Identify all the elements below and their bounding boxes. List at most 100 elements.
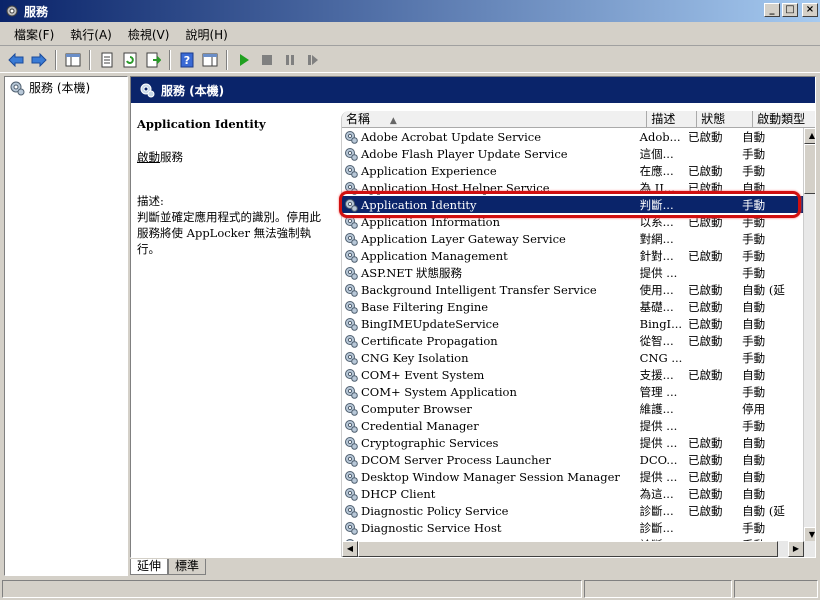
properties-button[interactable] <box>97 50 117 70</box>
column-header-description[interactable]: 描述 <box>647 111 698 127</box>
description-label: 描述: <box>137 194 164 208</box>
service-name: Credential Manager <box>361 418 479 433</box>
column-header-row: 名稱 ▲ 描述 狀態 啟動類型 <box>342 111 815 128</box>
table-row[interactable]: Application Layer Gateway Service 對網... 手動 <box>342 230 804 247</box>
tree-item-label: 服務 (本機) <box>29 81 91 95</box>
table-row[interactable]: DCOM Server Process Launcher DCO... 已啟動 自動 <box>342 451 804 468</box>
maximize-button[interactable]: □ <box>782 3 798 17</box>
back-arrow-icon <box>8 52 24 67</box>
back-button[interactable] <box>6 50 26 70</box>
service-name: Application Information <box>361 214 500 229</box>
service-name: Application Management <box>361 248 508 263</box>
cell-description: 對網... <box>639 231 674 246</box>
table-row[interactable]: Diagnostic Service Host 診斷... 手動 <box>342 519 804 536</box>
cell-description: 提供 ... <box>639 469 678 484</box>
menu-action[interactable]: 執行(A) <box>62 25 120 45</box>
service-name: Application Identity <box>361 197 477 212</box>
start-service-link[interactable]: 啟動 <box>137 150 160 164</box>
scroll-up-button[interactable]: ▲ <box>804 128 815 144</box>
close-button[interactable]: × <box>802 3 818 17</box>
table-row[interactable]: Credential Manager 提供 ... 手動 <box>342 417 804 434</box>
table-row[interactable]: Application Information 以系... 已啟動 手動 <box>342 213 804 230</box>
tab-extended[interactable]: 延伸 <box>130 559 169 575</box>
table-row[interactable]: Certificate Propagation 從智... 已啟動 手動 <box>342 332 804 349</box>
table-row[interactable]: Background Intelligent Transfer Service 使… <box>342 281 804 298</box>
tab-standard[interactable]: 標準 <box>168 559 207 575</box>
service-gear-icon <box>345 317 358 331</box>
restart-icon <box>308 54 318 65</box>
table-row[interactable]: Diagnostic Policy Service 診斷... 已啟動 自動 (延 <box>342 502 804 519</box>
main-header-title: 服務 (本機) <box>161 83 225 98</box>
cell-startup-type: 自動 <box>742 486 766 501</box>
start-service-button[interactable] <box>234 50 254 70</box>
table-row[interactable]: Base Filtering Engine 基礎... 已啟動 自動 <box>342 298 804 315</box>
vertical-scroll-thumb[interactable] <box>804 144 815 194</box>
table-row[interactable]: Computer Browser 維護... 停用 <box>342 400 804 417</box>
help-icon: ? <box>180 52 194 67</box>
cell-startup-type: 手動 <box>742 146 766 161</box>
service-name: Adobe Flash Player Update Service <box>361 146 568 161</box>
table-row[interactable]: Application Identity 判斷... 手動 <box>342 196 804 213</box>
cell-startup-type: 手動 <box>742 384 766 399</box>
cell-name: Computer Browser <box>342 402 638 416</box>
column-header-startup-type[interactable]: 啟動類型 <box>753 111 815 127</box>
show-hide-tree-button[interactable] <box>63 50 83 70</box>
cell-name: COM+ System Application <box>342 385 638 399</box>
cell-startup-type: 自動 <box>742 469 766 484</box>
service-name: BingIMEUpdateService <box>361 316 499 331</box>
minimize-button[interactable]: _ <box>764 3 780 17</box>
horizontal-scrollbar[interactable]: ◀ ▶ <box>342 541 815 557</box>
menu-view[interactable]: 檢視(V) <box>120 25 178 45</box>
table-row[interactable]: Application Management 針對... 已啟動 手動 <box>342 247 804 264</box>
service-gear-icon <box>345 266 358 280</box>
cell-name: Adobe Acrobat Update Service <box>342 130 638 144</box>
service-gear-icon <box>345 147 358 161</box>
view-tabs: 延伸 標準 <box>130 559 207 577</box>
table-row[interactable]: COM+ System Application 管理 ... 手動 <box>342 383 804 400</box>
table-row[interactable]: DHCP Client 為這... 已啟動 自動 <box>342 485 804 502</box>
refresh-button[interactable] <box>120 50 140 70</box>
table-row[interactable]: CNG Key Isolation CNG ... 手動 <box>342 349 804 366</box>
table-row[interactable]: Adobe Flash Player Update Service 這個... 手動 <box>342 145 804 162</box>
service-rows: Adobe Acrobat Update Service Adob... 已啟動 自動… <box>342 128 804 543</box>
forward-button[interactable] <box>29 50 49 70</box>
column-header-status[interactable]: 狀態 <box>697 111 754 127</box>
restart-service-button[interactable] <box>303 50 323 70</box>
cell-name: Certificate Propagation <box>342 334 638 348</box>
table-row[interactable]: Cryptographic Services 提供 ... 已啟動 自動 <box>342 434 804 451</box>
table-row[interactable]: COM+ Event System 支援... 已啟動 自動 <box>342 366 804 383</box>
column-header-name[interactable]: 名稱 ▲ <box>342 111 648 127</box>
cell-description: 支援... <box>639 367 674 382</box>
table-row[interactable]: Application Host Helper Service 為 II... 已啟… <box>342 179 804 196</box>
tree-item-services-local[interactable]: 服務 (本機) <box>5 77 127 98</box>
forward-arrow-icon <box>31 52 47 67</box>
stop-service-button[interactable] <box>257 50 277 70</box>
help-button[interactable]: ? <box>177 50 197 70</box>
status-bar <box>0 578 820 600</box>
service-gear-icon <box>345 249 358 263</box>
pause-icon <box>286 54 294 65</box>
menu-file[interactable]: 檔案(F) <box>6 25 62 45</box>
table-row[interactable]: Adobe Acrobat Update Service Adob... 已啟動 自動 <box>342 128 804 145</box>
scroll-right-button[interactable]: ▶ <box>788 541 804 557</box>
status-cell-2 <box>584 580 732 598</box>
service-gear-icon <box>345 300 358 314</box>
menu-help[interactable]: 說明(H) <box>177 25 235 45</box>
description-pane: Application Identity 啟動服務 描述: 判斷並確定應用程式的… <box>131 103 335 557</box>
export-list-button[interactable] <box>143 50 163 70</box>
cell-description: 提供 ... <box>639 418 678 433</box>
service-name: Base Filtering Engine <box>361 299 489 314</box>
vertical-scrollbar[interactable]: ▲ ▼ <box>803 128 815 543</box>
table-row[interactable]: ASP.NET 狀態服務 提供 ... 手動 <box>342 264 804 281</box>
pause-service-button[interactable] <box>280 50 300 70</box>
table-row[interactable]: Desktop Window Manager Session Manager 提供… <box>342 468 804 485</box>
table-row[interactable]: Application Experience 在應... 已啟動 手動 <box>342 162 804 179</box>
scroll-left-button[interactable]: ◀ <box>342 541 358 557</box>
service-name: Desktop Window Manager Session Manager <box>361 469 620 484</box>
cell-description: 這個... <box>639 146 674 161</box>
table-row[interactable]: BingIMEUpdateService BingI... 已啟動 自動 <box>342 315 804 332</box>
service-name: Application Layer Gateway Service <box>361 231 566 246</box>
export-icon <box>146 52 161 67</box>
horizontal-scroll-thumb[interactable] <box>358 541 778 557</box>
show-action-pane-button[interactable] <box>200 50 220 70</box>
